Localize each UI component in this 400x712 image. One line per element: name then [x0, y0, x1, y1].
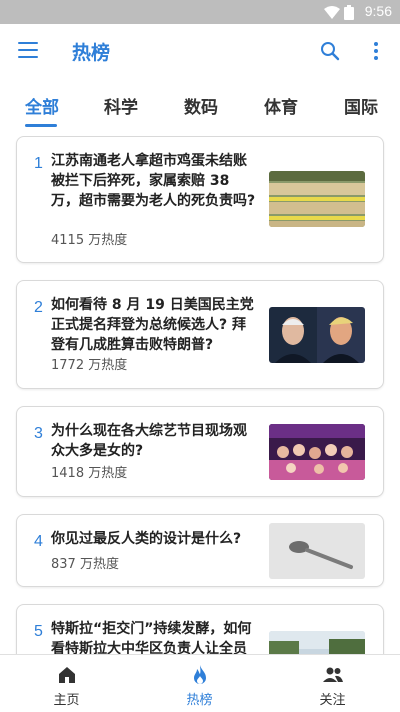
tab-all[interactable]: 全部 — [25, 93, 59, 118]
tab-digital[interactable]: 数码 — [184, 93, 218, 118]
nav-label: 主页 — [53, 693, 80, 708]
heat-count: 1772 万热度 — [51, 358, 128, 373]
question-title[interactable]: 你见过最反人类的设计是什么? — [51, 529, 257, 549]
list-item[interactable]: 3 为什么现在各大综艺节目现场观众大多是女的? 1418 万热度 — [16, 406, 384, 497]
rank-number: 1 — [34, 155, 43, 172]
rank-number: 2 — [34, 299, 43, 316]
hot-list[interactable]: 1 江苏南通老人拿超市鸡蛋未结账被拦下后猝死，家属索赔 38 万，超市需要为老人… — [0, 136, 400, 654]
status-icons — [324, 5, 354, 20]
nav-label: 热榜 — [186, 693, 213, 708]
tab-science[interactable]: 科学 — [104, 93, 138, 118]
page-title: 热榜 — [72, 42, 111, 64]
heat-count: 1418 万热度 — [51, 466, 128, 481]
rank-number: 5 — [34, 623, 43, 640]
nav-label: 关注 — [319, 693, 346, 708]
home-icon — [59, 667, 75, 683]
list-item[interactable]: 2 如何看待 8 月 19 日美国民主党正式提名拜登为总统候选人? 拜登有几成胜… — [16, 280, 384, 389]
audience-image — [269, 424, 365, 480]
battery-icon — [344, 5, 354, 20]
list-item[interactable]: 4 你见过最反人类的设计是什么? 837 万热度 — [16, 514, 384, 587]
more-options-icon[interactable] — [374, 42, 380, 63]
question-title[interactable]: 江苏南通老人拿超市鸡蛋未结账被拦下后猝死，家属索赔 38 万，超市需要为老人的死… — [51, 151, 257, 211]
flame-icon — [194, 665, 206, 684]
heat-count: 4115 万热度 — [51, 233, 128, 248]
two-portraits-image — [269, 307, 365, 363]
tab-sports[interactable]: 体育 — [264, 93, 298, 118]
heat-count: 837 万热度 — [51, 557, 119, 572]
search-icon[interactable] — [320, 41, 340, 61]
status-time: 9:56 — [364, 3, 392, 19]
outdoor-image — [269, 631, 365, 654]
nav-home[interactable]: 主页 — [0, 655, 133, 712]
menu-icon[interactable] — [18, 42, 38, 60]
eggs-shelf-image — [269, 171, 365, 227]
category-tabs: 全部 科学 数码 体育 国际 — [0, 80, 400, 128]
wifi-icon — [324, 5, 340, 19]
app-bar: 热榜 — [0, 24, 400, 80]
tab-international[interactable]: 国际 — [344, 93, 378, 118]
question-title[interactable]: 如何看待 8 月 19 日美国民主党正式提名拜登为总统候选人? 拜登有几成胜算击… — [51, 295, 257, 355]
question-title[interactable]: 为什么现在各大综艺节目现场观众大多是女的? — [51, 421, 257, 461]
people-icon — [323, 667, 343, 682]
nav-hot[interactable]: 热榜 — [133, 655, 266, 712]
nav-follow[interactable]: 关注 — [266, 655, 399, 712]
list-item[interactable]: 1 江苏南通老人拿超市鸡蛋未结账被拦下后猝死，家属索赔 38 万，超市需要为老人… — [16, 136, 384, 263]
list-item[interactable]: 5 特斯拉“拒交门”持续发酵，如何看特斯拉大中华区负责人让全员 — [16, 604, 384, 654]
rank-number: 3 — [34, 425, 43, 442]
status-bar: 9:56 — [0, 0, 400, 24]
bottom-navigation: 主页 热榜 关注 — [0, 654, 400, 711]
tab-indicator — [25, 124, 57, 127]
rank-number: 4 — [34, 533, 43, 550]
spoon-image — [269, 523, 365, 579]
question-title[interactable]: 特斯拉“拒交门”持续发酵，如何看特斯拉大中华区负责人让全员 — [51, 619, 257, 654]
